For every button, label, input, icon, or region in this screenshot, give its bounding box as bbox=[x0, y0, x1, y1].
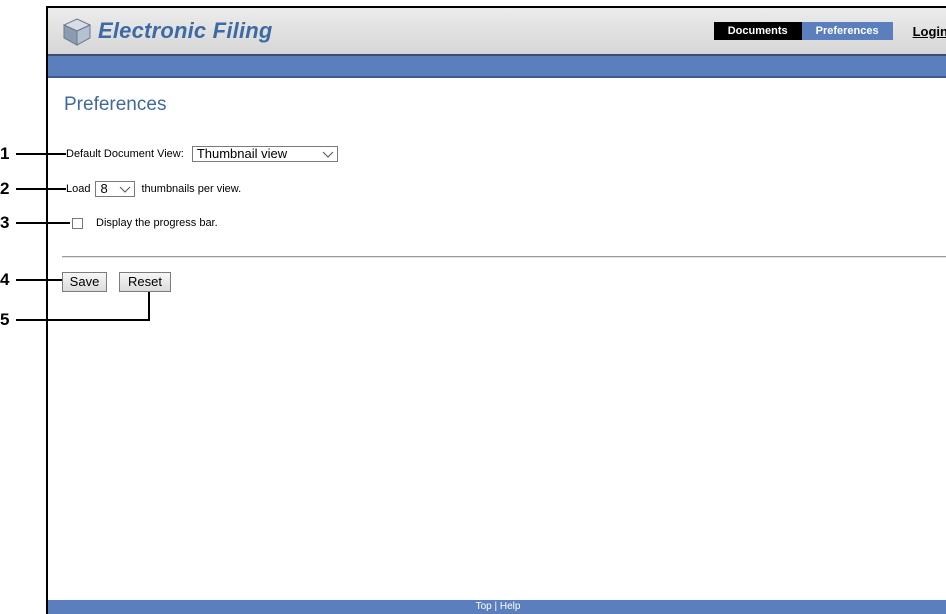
load-row: Load 8 thumbnails per view. bbox=[66, 181, 241, 197]
default-view-select[interactable]: Thumbnail view bbox=[191, 146, 338, 162]
thumbnails-count-select[interactable]: 8 bbox=[95, 181, 136, 197]
save-button[interactable]: Save bbox=[62, 272, 107, 292]
divider bbox=[62, 256, 946, 258]
page-title: Preferences bbox=[64, 94, 167, 115]
chevron-down-icon bbox=[120, 186, 131, 193]
chevron-down-icon bbox=[322, 151, 334, 158]
app-title: Electronic Filing bbox=[98, 18, 273, 43]
load-label: Load bbox=[66, 183, 91, 195]
progress-bar-checkbox[interactable] bbox=[72, 217, 83, 229]
callout-4: 4 bbox=[0, 270, 10, 289]
callout-1: 1 bbox=[0, 144, 10, 163]
footer-separator: | bbox=[491, 601, 500, 612]
cube-logo-icon bbox=[62, 18, 92, 46]
header-bar bbox=[48, 56, 946, 78]
progress-row: Display the progress bar. bbox=[72, 217, 218, 229]
default-view-row: Default Document View: Thumbnail view bbox=[66, 146, 338, 162]
top-link[interactable]: Top bbox=[476, 601, 492, 612]
browser-frame: Electronic Filing Documents Preferences … bbox=[46, 6, 946, 614]
load-suffix: thumbnails per view. bbox=[141, 183, 242, 195]
login-link[interactable]: Login bbox=[913, 24, 946, 39]
tab-preferences[interactable]: Preferences bbox=[801, 22, 893, 40]
help-link[interactable]: Help bbox=[500, 601, 521, 612]
reset-button[interactable]: Reset bbox=[119, 272, 171, 292]
callout-5: 5 bbox=[0, 310, 10, 329]
app-header: Electronic Filing Documents Preferences … bbox=[48, 8, 946, 56]
default-view-label: Default Document View: bbox=[66, 148, 184, 160]
tab-documents[interactable]: Documents bbox=[713, 22, 802, 40]
top-nav: Documents Preferences Login bbox=[713, 22, 946, 40]
default-view-value: Thumbnail view bbox=[196, 146, 288, 161]
thumbnails-count-value: 8 bbox=[100, 181, 108, 196]
callout-3: 3 bbox=[0, 213, 10, 232]
progress-bar-label: Display the progress bar. bbox=[96, 217, 218, 229]
callout-2: 2 bbox=[0, 179, 10, 198]
